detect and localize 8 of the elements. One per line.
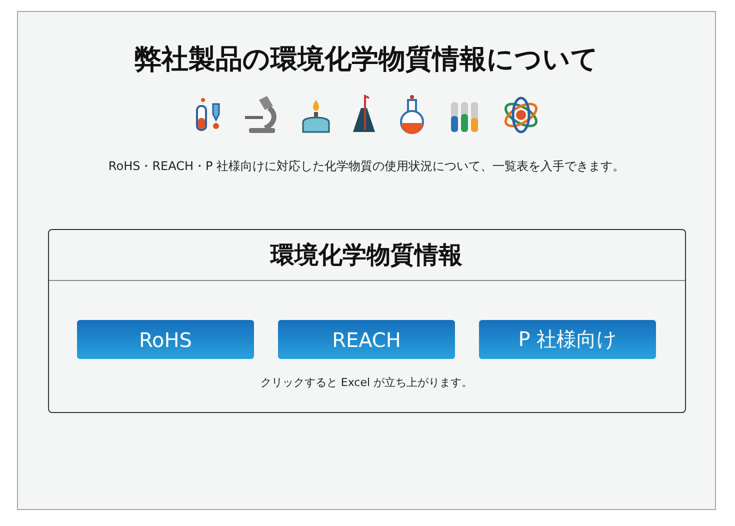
download-button[interactable]: RoHS: [77, 320, 254, 359]
description-text: RoHS・REACH・P 社様向けに対応した化学物質の使用状況について、一覧表を入手できます。: [108, 158, 625, 175]
note-text: クリックすると Excel が立ち上がります。: [260, 375, 473, 390]
download-button[interactable]: P 社様向け: [479, 320, 656, 359]
page-heading: 弊社製品の環境化学物質情報について: [134, 43, 598, 77]
flask-icon: [350, 94, 376, 134]
download-button[interactable]: REACH: [278, 320, 455, 359]
panel-title: 環境化学物質情報: [270, 240, 462, 271]
